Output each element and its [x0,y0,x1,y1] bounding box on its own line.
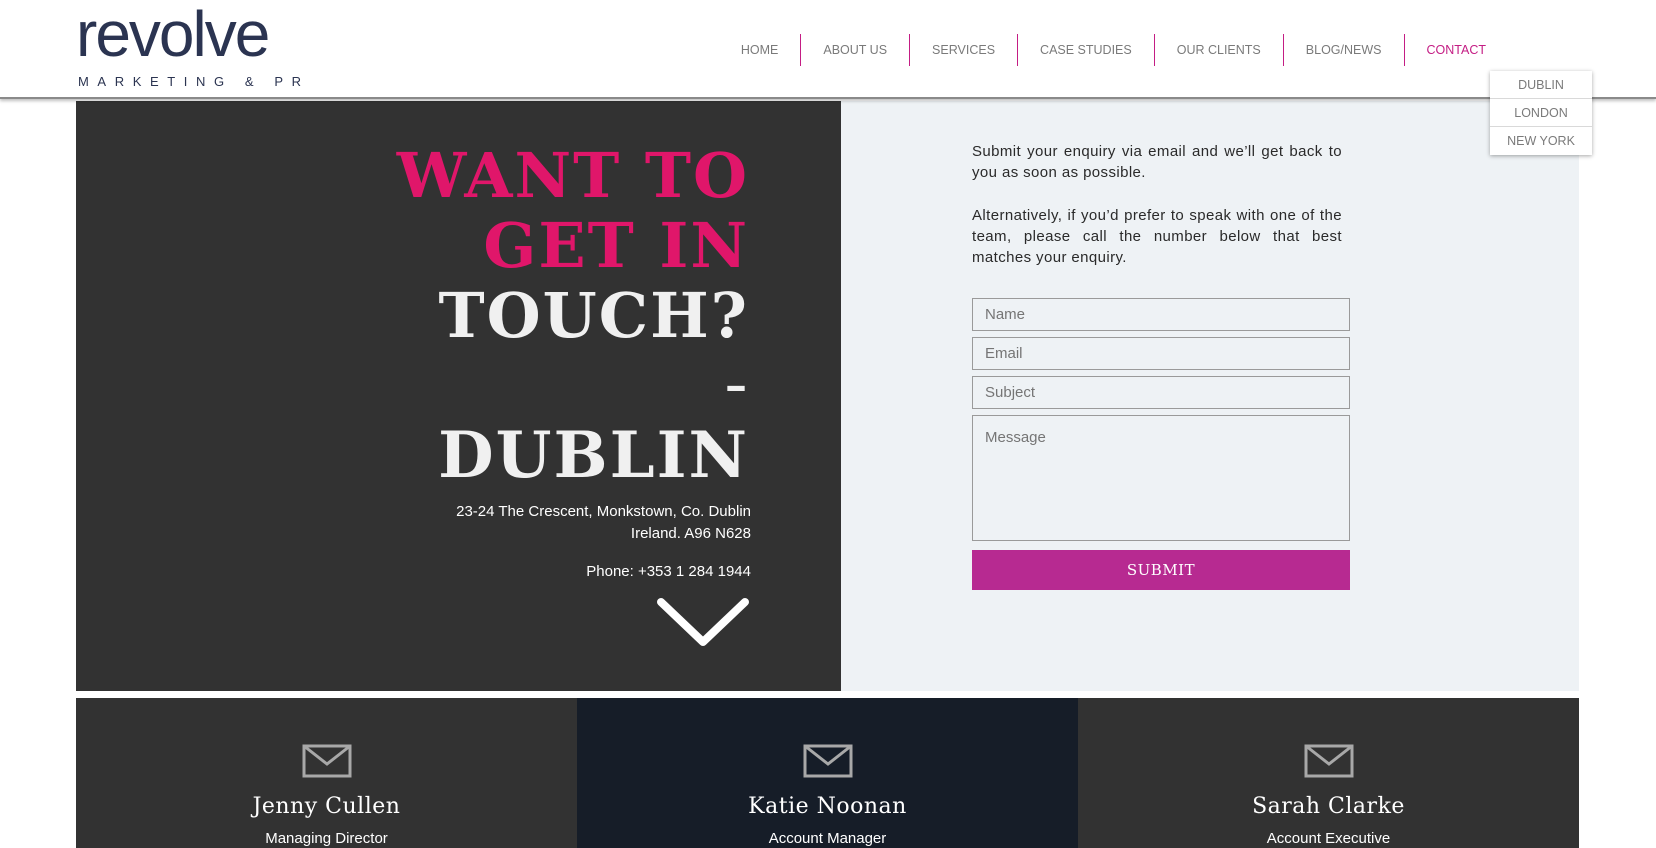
nav-case-studies[interactable]: CASE STUDIES [1017,34,1154,66]
envelope-icon[interactable] [302,744,352,778]
envelope-icon[interactable] [1304,744,1354,778]
headline-line-2: GET IN [483,209,749,282]
team-member-role: Account Manager [768,830,887,847]
logo-tagline: MARKETING & PR [78,74,310,89]
nav-home[interactable]: HOME [719,34,801,66]
contact-page: revolve MARKETING & PR HOME ABOUT US SER… [0,0,1656,848]
form-intro-text-2: Alternatively, if you’d prefer to speak … [972,207,1342,266]
headline-line-1: WANT TO [396,139,749,212]
enquiry-form-panel: Submit your enquiry via email and we’ll … [841,101,1579,691]
subject-input[interactable] [972,376,1350,409]
team-member-role: Account Executive [1266,830,1391,847]
site-header: revolve MARKETING & PR HOME ABOUT US SER… [0,0,1656,99]
chevron-down-icon[interactable] [656,597,750,651]
revolve-logo[interactable]: revolve MARKETING & PR [76,2,301,92]
email-input[interactable] [972,337,1350,370]
team-member-card: Katie Noonan Account Manager [577,698,1078,848]
nav-contact[interactable]: CONTACT [1403,34,1509,66]
team-member-name: Katie Noonan [748,794,907,819]
team-member-role: Managing Director [265,830,388,847]
dropdown-item-new-york[interactable]: NEW YORK [1490,127,1592,155]
team-contacts: Jenny Cullen Managing Director Katie Noo… [76,698,1579,848]
name-input[interactable] [972,298,1350,331]
message-textarea[interactable] [972,415,1350,541]
address-line-1: 23-24 The Crescent, Monkstown, Co. Dubli… [456,503,751,520]
headline-city: DUBLIN [438,418,749,493]
form-intro: Submit your enquiry via email and we’ll … [972,141,1342,290]
team-member-card: Jenny Cullen Managing Director [76,698,577,848]
nav-services[interactable]: SERVICES [909,34,1017,66]
dropdown-item-dublin[interactable]: DUBLIN [1490,71,1592,99]
office-phone: Phone: +353 1 284 1944 [586,563,751,580]
team-member-name: Sarah Clarke [1252,794,1405,819]
contact-dropdown-menu: DUBLIN LONDON NEW YORK [1490,71,1592,155]
form-intro-text-1: Submit your enquiry via email and we’ll … [972,143,1342,181]
office-address: 23-24 The Crescent, Monkstown, Co. Dubli… [456,501,751,545]
nav-our-clients[interactable]: OUR CLIENTS [1153,34,1283,66]
main-nav: HOME ABOUT US SERVICES CASE STUDIES OUR … [719,34,1508,66]
team-member-card: Sarah Clarke Account Executive [1078,698,1579,848]
nav-blog-news[interactable]: BLOG/NEWS [1282,34,1404,66]
hero-contact-info: WANT TO GET IN TOUCH? – DUBLIN 23-24 The… [76,101,841,691]
team-member-name: Jenny Cullen [252,794,401,819]
headline-dash: – [725,360,749,411]
logo-wordmark: revolve [76,0,270,70]
hero-headline: WANT TO GET IN TOUCH? – DUBLIN [397,141,749,491]
envelope-icon[interactable] [803,744,853,778]
nav-about-us[interactable]: ABOUT US [800,34,909,66]
submit-button[interactable]: SUBMIT [972,550,1350,590]
address-line-2: Ireland. A96 N628 [630,525,751,542]
headline-line-3: TOUCH? [438,279,749,352]
dropdown-item-london[interactable]: LONDON [1490,99,1592,127]
